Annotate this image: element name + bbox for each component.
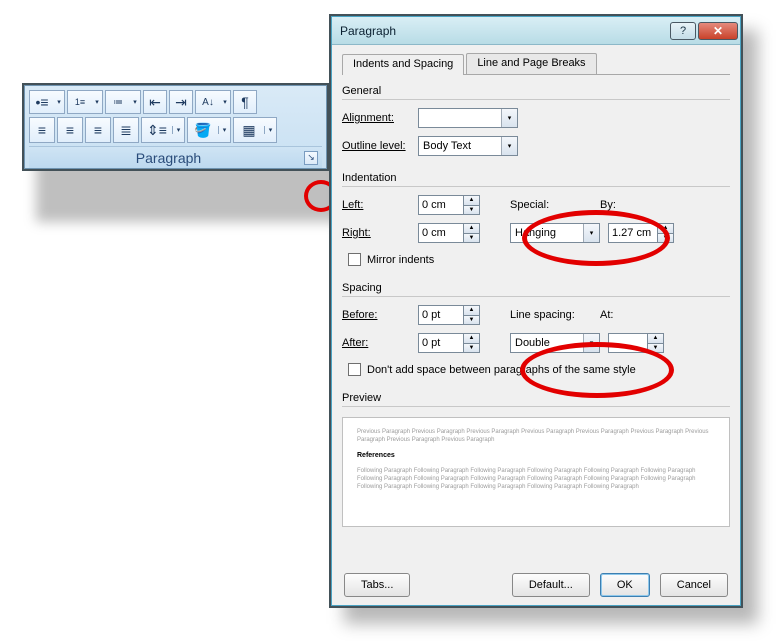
dialog-title: Paragraph	[340, 24, 668, 38]
section-indentation-title: Indentation	[342, 172, 730, 184]
label-spacing-at: At:	[600, 309, 640, 321]
align-right-button[interactable]: ≡	[85, 117, 111, 143]
align-center-button[interactable]: ≡	[57, 117, 83, 143]
justify-button[interactable]: ≣	[113, 117, 139, 143]
increase-indent-button[interactable]: ⇥	[169, 90, 193, 114]
numbering-button[interactable]: 1≡▾	[67, 90, 103, 114]
spacing-at-spinner[interactable]: ▲▼	[608, 333, 664, 353]
sort-button[interactable]: A↓▾	[195, 90, 231, 114]
dialog-launcher-icon[interactable]: ↘	[304, 151, 318, 165]
label-outline: Outline level:	[342, 140, 418, 152]
label-spacing-before: Before:	[342, 309, 418, 321]
ribbon-group-title: Paragraph	[33, 150, 304, 166]
mirror-indents-checkbox[interactable]	[348, 253, 361, 266]
paragraph-dialog: Paragraph ? ✕ Indents and Spacing Line a…	[329, 14, 743, 608]
titlebar[interactable]: Paragraph ? ✕	[332, 17, 740, 45]
button-row: Tabs... Default... OK Cancel	[342, 567, 730, 599]
preview-box: Previous Paragraph Previous Paragraph Pr…	[342, 417, 730, 527]
special-combo[interactable]: Hanging▾	[510, 223, 600, 243]
paragraph-ribbon-group: •≡▾ 1≡▾ ≔▾ ⇤ ⇥ A↓▾ ¶ ≡ ≡ ≡ ≣ ⇕≡▾ 🪣▾ ▦▾ P…	[22, 83, 329, 171]
section-spacing-title: Spacing	[342, 282, 730, 294]
decrease-indent-button[interactable]: ⇤	[143, 90, 167, 114]
tab-line-page-breaks[interactable]: Line and Page Breaks	[466, 53, 596, 74]
line-spacing-combo[interactable]: Double▾	[510, 333, 600, 353]
label-indent-left: Left:	[342, 199, 418, 211]
label-alignment: Alignment:	[342, 112, 418, 124]
label-indent-right: Right:	[342, 227, 418, 239]
bullets-button[interactable]: •≡▾	[29, 90, 65, 114]
indent-by-spinner[interactable]: 1.27 cm ▲▼	[608, 223, 674, 243]
tab-indents-spacing[interactable]: Indents and Spacing	[342, 54, 464, 75]
spacing-after-spinner[interactable]: 0 pt ▲▼	[418, 333, 480, 353]
spacing-before-spinner[interactable]: 0 pt ▲▼	[418, 305, 480, 325]
multilevel-list-button[interactable]: ≔▾	[105, 90, 141, 114]
tabs-button[interactable]: Tabs...	[344, 573, 410, 597]
tabs: Indents and Spacing Line and Page Breaks	[342, 53, 730, 75]
label-indent-special: Special:	[510, 199, 600, 211]
help-button[interactable]: ?	[670, 22, 696, 40]
borders-button[interactable]: ▦▾	[233, 117, 277, 143]
outline-combo[interactable]: Body Text▾	[418, 136, 518, 156]
label-line-spacing: Line spacing:	[510, 309, 600, 321]
label-spacing-after: After:	[342, 337, 418, 349]
label-mirror-indents: Mirror indents	[367, 254, 434, 266]
no-add-space-checkbox[interactable]	[348, 363, 361, 376]
alignment-combo[interactable]: ▾	[418, 108, 518, 128]
indent-left-spinner[interactable]: 0 cm ▲▼	[418, 195, 480, 215]
section-preview-title: Preview	[342, 392, 730, 404]
align-left-button[interactable]: ≡	[29, 117, 55, 143]
default-button[interactable]: Default...	[512, 573, 590, 597]
label-indent-by: By:	[600, 199, 640, 211]
label-no-add-space: Don't add space between paragraphs of th…	[367, 364, 636, 376]
section-general-title: General	[342, 85, 730, 97]
close-button[interactable]: ✕	[698, 22, 738, 40]
line-spacing-button[interactable]: ⇕≡▾	[141, 117, 185, 143]
ok-button[interactable]: OK	[600, 573, 650, 597]
show-marks-button[interactable]: ¶	[233, 90, 257, 114]
indent-right-spinner[interactable]: 0 cm ▲▼	[418, 223, 480, 243]
cancel-button[interactable]: Cancel	[660, 573, 728, 597]
shading-button[interactable]: 🪣▾	[187, 117, 231, 143]
